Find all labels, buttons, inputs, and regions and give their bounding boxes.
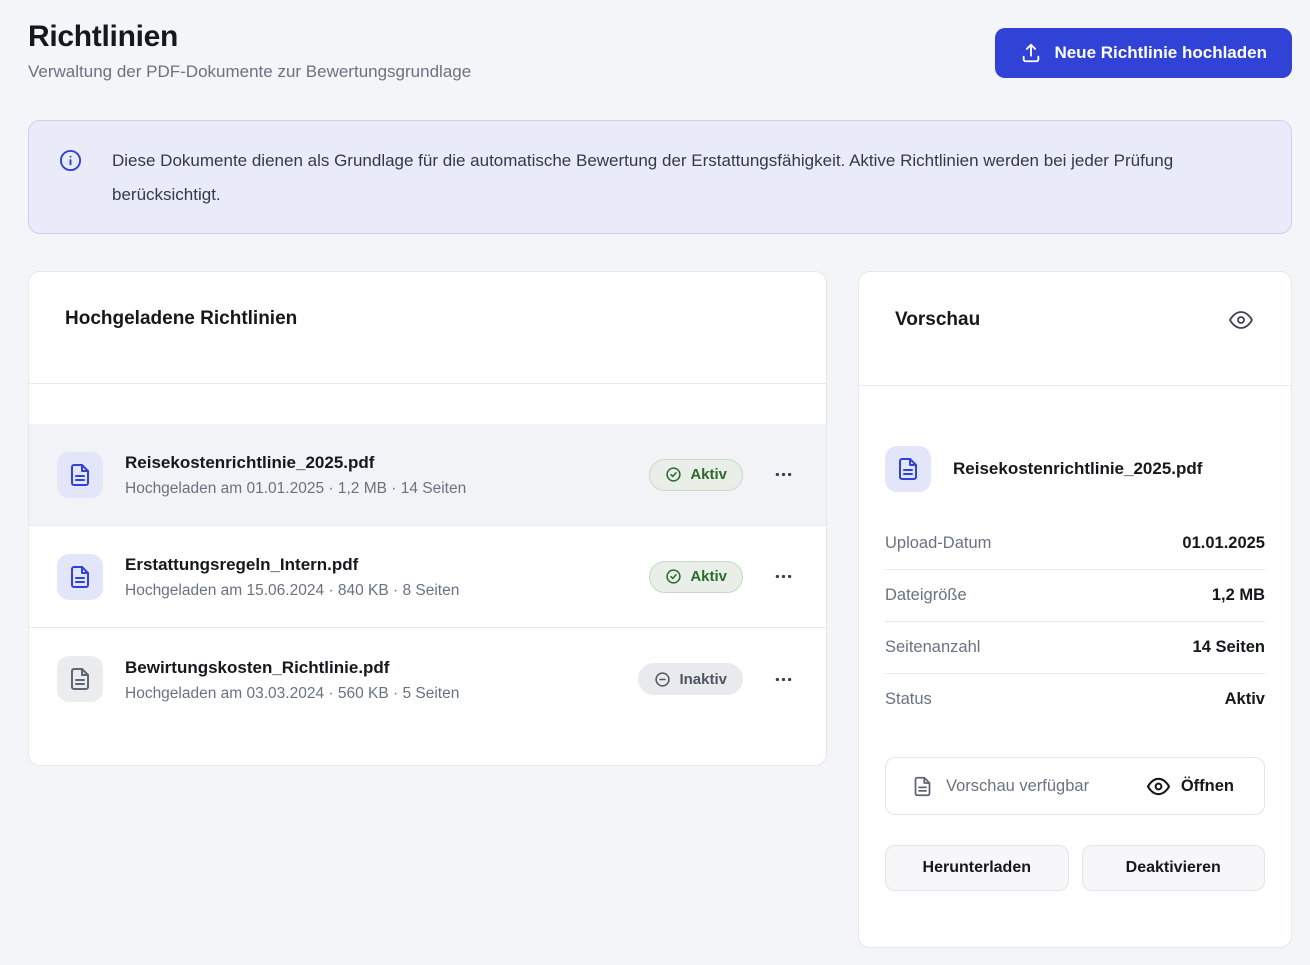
- document-info: Bewirtungskosten_Richtlinie.pdf Hochgela…: [125, 656, 616, 703]
- documents-card-header: Hochgeladene Richtlinien: [29, 272, 826, 384]
- detail-value: 14 Seiten: [1193, 638, 1265, 657]
- documents-card: Hochgeladene Richtlinien Reisekostenrich…: [28, 271, 827, 766]
- documents-list: Reisekostenrichtlinie_2025.pdf Hochgelad…: [29, 384, 826, 765]
- file-icon: [912, 776, 933, 797]
- row-menu-button[interactable]: [769, 562, 798, 591]
- detail-row-status: Status Aktiv: [885, 674, 1265, 725]
- ellipsis-icon: [773, 464, 794, 485]
- page-header: Richtlinien Verwaltung der PDF-Dokumente…: [28, 18, 1292, 82]
- eye-icon: [1147, 775, 1170, 798]
- documents-card-title: Hochgeladene Richtlinien: [65, 308, 297, 330]
- pdf-file-icon: [885, 446, 931, 492]
- detail-value: 01.01.2025: [1182, 534, 1265, 553]
- page-heading: Richtlinien Verwaltung der PDF-Dokumente…: [28, 18, 471, 82]
- preview-card: Vorschau Reisekostenrichtlinie_2025.pdf …: [858, 271, 1292, 948]
- check-circle-icon: [665, 466, 682, 483]
- detail-row-upload-datum: Upload-Datum 01.01.2025: [885, 518, 1265, 570]
- document-meta: Hochgeladen am 01.01.2025 · 1,2 MB · 14 …: [125, 480, 627, 498]
- detail-label: Upload-Datum: [885, 534, 991, 553]
- open-preview-button[interactable]: Öffnen: [1147, 775, 1234, 798]
- preview-toggle-button[interactable]: [1229, 308, 1253, 332]
- preview-body: Reisekostenrichtlinie_2025.pdf Upload-Da…: [859, 386, 1291, 947]
- document-info: Reisekostenrichtlinie_2025.pdf Hochgelad…: [125, 451, 627, 498]
- preview-card-title: Vorschau: [895, 309, 980, 331]
- document-name: Reisekostenrichtlinie_2025.pdf: [125, 451, 627, 475]
- row-menu-button[interactable]: [769, 665, 798, 694]
- info-banner: Diese Dokumente dienen als Grundlage für…: [28, 120, 1292, 234]
- detail-label: Seitenanzahl: [885, 638, 980, 657]
- detail-label: Status: [885, 690, 932, 709]
- status-badge-active: Aktiv: [649, 561, 743, 593]
- eye-icon: [1229, 308, 1253, 332]
- detail-value: 1,2 MB: [1212, 586, 1265, 605]
- richtlinien-page: Richtlinien Verwaltung der PDF-Dokumente…: [0, 0, 1310, 965]
- document-row-erstattungsregeln[interactable]: Erstattungsregeln_Intern.pdf Hochgeladen…: [29, 526, 826, 628]
- ellipsis-icon: [773, 669, 794, 690]
- detail-row-dateigroesse: Dateigröße 1,2 MB: [885, 570, 1265, 622]
- preview-file-row: Reisekostenrichtlinie_2025.pdf: [885, 446, 1265, 492]
- download-button[interactable]: Herunterladen: [885, 845, 1069, 891]
- open-button-label: Öffnen: [1181, 777, 1234, 796]
- document-meta: Hochgeladen am 03.03.2024 · 560 KB · 5 S…: [125, 685, 616, 703]
- page-title: Richtlinien: [28, 18, 471, 56]
- row-menu-button[interactable]: [769, 460, 798, 489]
- document-row-bewirtungskosten[interactable]: Bewirtungskosten_Richtlinie.pdf Hochgela…: [29, 628, 826, 730]
- upload-button-label: Neue Richtlinie hochladen: [1054, 43, 1267, 63]
- pdf-file-icon: [57, 452, 103, 498]
- minus-circle-icon: [654, 671, 671, 688]
- info-icon: [59, 149, 82, 172]
- preview-available-label: Vorschau verfügbar: [946, 777, 1089, 796]
- detail-row-seitenanzahl: Seitenanzahl 14 Seiten: [885, 622, 1265, 674]
- check-circle-icon: [665, 568, 682, 585]
- upload-icon: [1020, 42, 1042, 64]
- document-name: Erstattungsregeln_Intern.pdf: [125, 553, 627, 577]
- detail-value: Aktiv: [1225, 690, 1265, 709]
- status-badge-inactive: Inaktiv: [638, 663, 743, 695]
- status-badge-active: Aktiv: [649, 459, 743, 491]
- preview-availability-box: Vorschau verfügbar Öffnen: [885, 757, 1265, 815]
- document-meta: Hochgeladen am 15.06.2024 · 840 KB · 8 S…: [125, 582, 627, 600]
- preview-card-header: Vorschau: [859, 272, 1291, 386]
- document-name: Bewirtungskosten_Richtlinie.pdf: [125, 656, 616, 680]
- preview-details: Upload-Datum 01.01.2025 Dateigröße 1,2 M…: [885, 518, 1265, 725]
- ellipsis-icon: [773, 566, 794, 587]
- document-row-reisekostenrichtlinie[interactable]: Reisekostenrichtlinie_2025.pdf Hochgelad…: [29, 424, 826, 526]
- document-info: Erstattungsregeln_Intern.pdf Hochgeladen…: [125, 553, 627, 600]
- preview-actions: Herunterladen Deaktivieren: [885, 845, 1265, 891]
- main-layout: Hochgeladene Richtlinien Reisekostenrich…: [28, 271, 1292, 948]
- info-banner-text: Diese Dokumente dienen als Grundlage für…: [112, 144, 1232, 212]
- upload-policy-button[interactable]: Neue Richtlinie hochladen: [995, 28, 1292, 78]
- pdf-file-icon: [57, 656, 103, 702]
- preview-file-name: Reisekostenrichtlinie_2025.pdf: [953, 459, 1202, 479]
- detail-label: Dateigröße: [885, 586, 967, 605]
- pdf-file-icon: [57, 554, 103, 600]
- deactivate-button[interactable]: Deaktivieren: [1082, 845, 1266, 891]
- page-subtitle: Verwaltung der PDF-Dokumente zur Bewertu…: [28, 62, 471, 82]
